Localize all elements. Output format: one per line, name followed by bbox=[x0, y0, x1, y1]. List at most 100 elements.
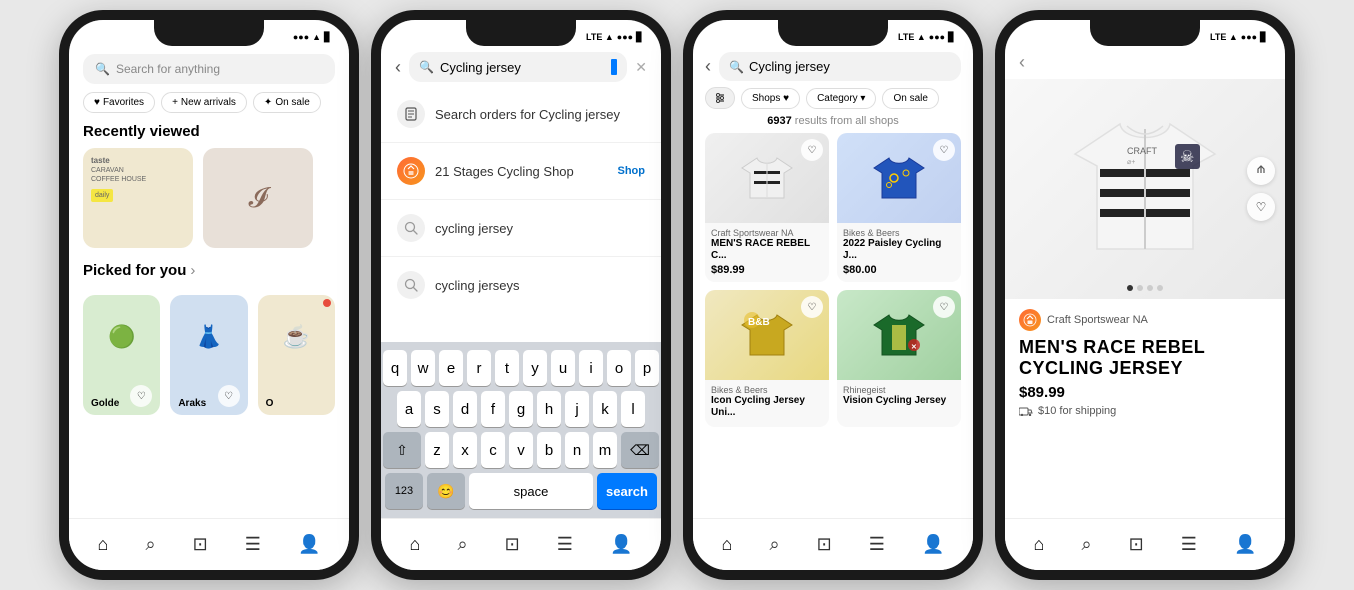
filter-shops[interactable]: Shops ♥ bbox=[741, 88, 800, 109]
picked-for-you-section: Picked for you › bbox=[69, 262, 349, 287]
nav-search-3[interactable]: ⌕ bbox=[769, 534, 779, 555]
key-search[interactable]: search bbox=[597, 473, 657, 509]
heart-2[interactable]: ♡ bbox=[933, 139, 955, 161]
key-123[interactable]: 123 bbox=[385, 473, 423, 509]
nav-search-4[interactable]: ⌕ bbox=[1081, 534, 1091, 555]
nav-profile-1[interactable]: 👤 bbox=[298, 534, 320, 555]
key-v[interactable]: v bbox=[509, 432, 533, 468]
back-button-4[interactable]: ‹ bbox=[1019, 52, 1025, 73]
nav-cart-2[interactable]: ⊡ bbox=[505, 534, 520, 555]
nav-search-1[interactable]: ⌕ bbox=[145, 534, 155, 555]
key-f[interactable]: f bbox=[481, 391, 505, 427]
suggestion-jerseys[interactable]: cycling jerseys bbox=[381, 261, 661, 309]
key-n[interactable]: n bbox=[565, 432, 589, 468]
product-other[interactable]: ☕ O bbox=[258, 295, 335, 415]
phone-home-screen: ●●● ▲ ▊ 🔍 Search for anything ♥ Favorite… bbox=[69, 20, 349, 570]
on-sale-tag[interactable]: ✦ On sale bbox=[253, 92, 321, 113]
product-1[interactable]: ♡ Craft Sportswear NA MEN'S RACE REBEL C… bbox=[705, 133, 829, 282]
key-shift[interactable]: ⇧ bbox=[383, 432, 421, 468]
wishlist-button[interactable]: ♡ bbox=[1247, 193, 1275, 221]
key-g[interactable]: g bbox=[509, 391, 533, 427]
nav-home-1[interactable]: ⌂ bbox=[98, 534, 109, 555]
heart-golde[interactable]: ♡ bbox=[130, 385, 152, 407]
key-t[interactable]: t bbox=[495, 350, 519, 386]
product-3[interactable]: B&B ♡ Bikes & Beers Icon Cycling Jersey … bbox=[705, 290, 829, 427]
key-o[interactable]: o bbox=[607, 350, 631, 386]
seller-row: Craft Sportswear NA bbox=[1019, 309, 1271, 331]
nav-orders-2[interactable]: ☰ bbox=[557, 534, 573, 555]
key-emoji[interactable]: 😊 bbox=[427, 473, 465, 509]
search-bar-3[interactable]: 🔍 Cycling jersey bbox=[719, 52, 961, 81]
nav-orders-4[interactable]: ☰ bbox=[1181, 534, 1197, 555]
product-brush[interactable]: 𝓘 bbox=[203, 148, 313, 248]
filter-adjust[interactable] bbox=[705, 87, 735, 109]
key-u[interactable]: u bbox=[551, 350, 575, 386]
key-space[interactable]: space bbox=[469, 473, 593, 509]
key-y[interactable]: y bbox=[523, 350, 547, 386]
key-x[interactable]: x bbox=[453, 432, 477, 468]
product-price-4: $89.99 bbox=[1019, 384, 1271, 401]
divider-3 bbox=[381, 256, 661, 257]
shipping-info: $10 for shipping bbox=[1019, 405, 1271, 417]
key-backspace[interactable]: ⌫ bbox=[621, 432, 659, 468]
filter-category[interactable]: Category ▾ bbox=[806, 88, 876, 109]
nav-home-3[interactable]: ⌂ bbox=[722, 534, 733, 555]
suggestion-orders[interactable]: Search orders for Cycling jersey bbox=[381, 90, 661, 138]
key-m[interactable]: m bbox=[593, 432, 617, 468]
key-a[interactable]: a bbox=[397, 391, 421, 427]
nav-search-2[interactable]: ⌕ bbox=[457, 534, 467, 555]
nav-cart-4[interactable]: ⊡ bbox=[1129, 534, 1144, 555]
other-label: O bbox=[266, 398, 274, 409]
nav-profile-3[interactable]: 👤 bbox=[922, 534, 944, 555]
clear-button-2[interactable]: ✕ bbox=[635, 59, 647, 76]
recently-viewed-products: taste CARAVAN COFFEE HOUSE daily 𝓘 bbox=[69, 148, 349, 262]
key-p[interactable]: p bbox=[635, 350, 659, 386]
nav-home-2[interactable]: ⌂ bbox=[410, 534, 421, 555]
key-i[interactable]: i bbox=[579, 350, 603, 386]
key-s[interactable]: s bbox=[425, 391, 449, 427]
key-e[interactable]: e bbox=[439, 350, 463, 386]
signal-icon-4: ●●● bbox=[1241, 32, 1257, 42]
filter-onsale[interactable]: On sale bbox=[882, 88, 938, 109]
search-input-bar-2[interactable]: 🔍 Cycling jersey bbox=[409, 52, 627, 82]
product-golde[interactable]: 🟢 ♡ Golde bbox=[83, 295, 160, 415]
key-c[interactable]: c bbox=[481, 432, 505, 468]
key-h[interactable]: h bbox=[537, 391, 561, 427]
key-z[interactable]: z bbox=[425, 432, 449, 468]
favorites-tag[interactable]: ♥ Favorites bbox=[83, 92, 155, 113]
key-q[interactable]: q bbox=[383, 350, 407, 386]
product-caravan[interactable]: taste CARAVAN COFFEE HOUSE daily bbox=[83, 148, 193, 248]
heart-3[interactable]: ♡ bbox=[801, 296, 823, 318]
heart-4[interactable]: ♡ bbox=[933, 296, 955, 318]
nav-profile-2[interactable]: 👤 bbox=[610, 534, 632, 555]
key-j[interactable]: j bbox=[565, 391, 589, 427]
key-r[interactable]: r bbox=[467, 350, 491, 386]
nav-cart-3[interactable]: ⊡ bbox=[817, 534, 832, 555]
suggestion-jersey[interactable]: cycling jersey bbox=[381, 204, 661, 252]
search-bar-1[interactable]: 🔍 Search for anything bbox=[83, 54, 335, 84]
back-button-2[interactable]: ‹ bbox=[395, 57, 401, 78]
nav-profile-4[interactable]: 👤 bbox=[1234, 534, 1256, 555]
new-arrivals-tag[interactable]: + New arrivals bbox=[161, 92, 247, 113]
product-2[interactable]: ♡ Bikes & Beers 2022 Paisley Cycling J..… bbox=[837, 133, 961, 282]
dot-2 bbox=[1137, 285, 1143, 291]
key-b[interactable]: b bbox=[537, 432, 561, 468]
product-4[interactable]: ✕ ♡ Rhinegeist Vision Cycling Jersey bbox=[837, 290, 961, 427]
key-w[interactable]: w bbox=[411, 350, 435, 386]
nav-cart-1[interactable]: ⊡ bbox=[193, 534, 208, 555]
heart-araks[interactable]: ♡ bbox=[218, 385, 240, 407]
key-l[interactable]: l bbox=[621, 391, 645, 427]
keyboard: q w e r t y u i o p a s d f g bbox=[381, 342, 661, 518]
bottom-nav-2: ⌂ ⌕ ⊡ ☰ 👤 bbox=[381, 518, 661, 570]
share-button[interactable] bbox=[1247, 157, 1275, 185]
status-icons-3: LTE ▲ ●●● ▊ bbox=[898, 32, 955, 43]
nav-orders-1[interactable]: ☰ bbox=[245, 534, 261, 555]
product-araks[interactable]: 👗 ♡ Araks bbox=[170, 295, 247, 415]
back-button-3[interactable]: ‹ bbox=[705, 56, 711, 77]
heart-1[interactable]: ♡ bbox=[801, 139, 823, 161]
suggestion-shop[interactable]: 21 Stages Cycling Shop Shop bbox=[381, 147, 661, 195]
nav-home-4[interactable]: ⌂ bbox=[1034, 534, 1045, 555]
nav-orders-3[interactable]: ☰ bbox=[869, 534, 885, 555]
key-d[interactable]: d bbox=[453, 391, 477, 427]
key-k[interactable]: k bbox=[593, 391, 617, 427]
